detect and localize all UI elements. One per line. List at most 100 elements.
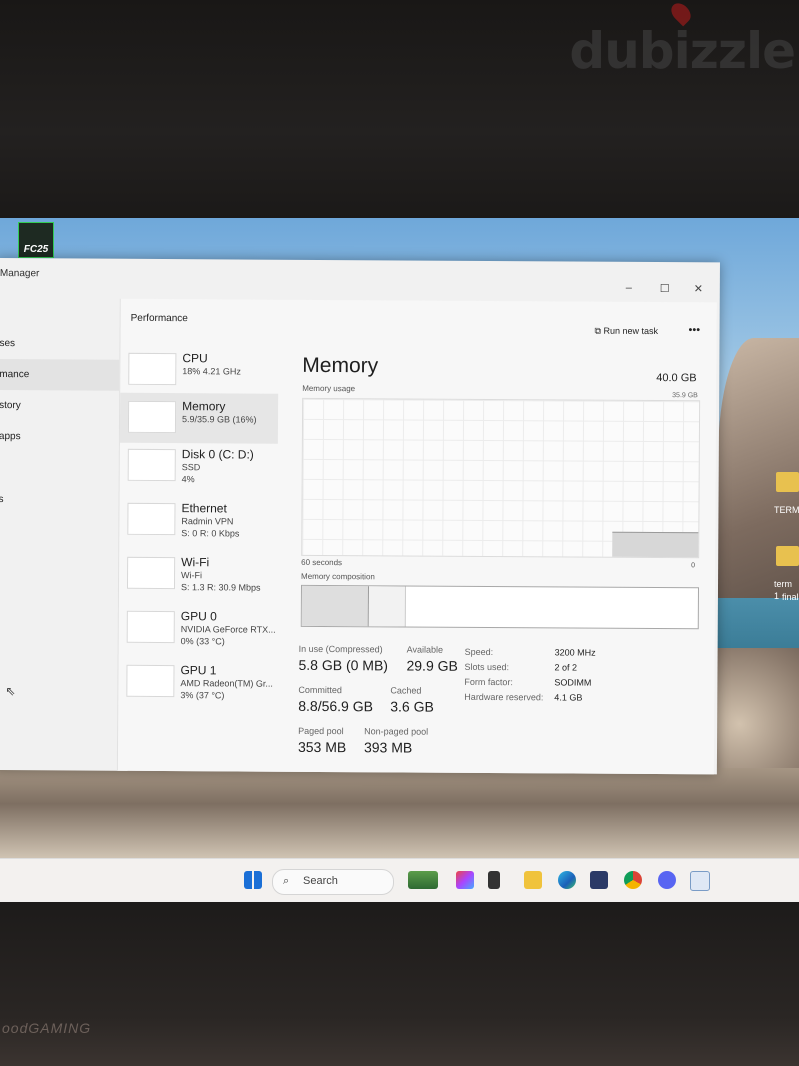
device-detail: 18% 4.21 GHz (182, 366, 241, 377)
start-icon[interactable] (244, 871, 262, 889)
memory-usage-label: Memory usage (302, 383, 356, 394)
widgets-icon[interactable] (408, 871, 438, 889)
device-disk[interactable]: Disk 0 (C: D:) SSD 4% (120, 441, 278, 492)
device-ethernet[interactable]: Ethernet Radmin VPN S: 0 R: 0 Kbps (119, 495, 277, 546)
stat-value: 8.8/56.9 GB (298, 697, 374, 715)
gpu0-sparkline (126, 610, 175, 644)
device-name: Ethernet (181, 501, 227, 516)
mouse-cursor-icon: ⇖ (5, 684, 16, 699)
fc25-icon-label: FC25 (23, 244, 49, 255)
stat-value: 5.8 GB (0 MB) (298, 656, 389, 674)
folder-label: TERM (774, 505, 799, 515)
discord-icon[interactable] (658, 871, 676, 889)
device-name: Disk 0 (C: D:) (181, 447, 254, 462)
folder-label: final (782, 592, 799, 602)
maximize-button[interactable]: ☐ (660, 282, 670, 295)
copilot-icon[interactable] (456, 871, 474, 889)
file-explorer-icon[interactable] (524, 871, 542, 889)
composition-label: Memory composition (301, 571, 375, 582)
device-detail: AMD Radeon(TM) Gr... (180, 678, 273, 689)
run-new-task-label: Run new task (603, 325, 659, 337)
page-title: Performance (130, 312, 188, 325)
spec-value: SODIMM (554, 677, 592, 688)
stat-label: Paged pool (298, 725, 344, 737)
device-name: Wi-Fi (181, 555, 210, 570)
device-detail: S: 1.3 R: 30.9 Mbps (180, 582, 261, 593)
taskbar: ⌕ Search (0, 858, 799, 903)
composition-in-use (301, 585, 370, 627)
composition-modified (368, 586, 407, 627)
graph-zero-label: 0 (691, 562, 696, 570)
device-gpu0[interactable]: GPU 0 NVIDIA GeForce RTX... 0% (33 °C) (119, 603, 277, 654)
store-icon[interactable] (590, 871, 608, 889)
spec-label: Form factor: (464, 676, 513, 688)
device-name: Memory (182, 399, 226, 414)
stat-label: Available (406, 644, 444, 655)
folder-icon[interactable] (776, 472, 799, 492)
stat-label: Committed (298, 684, 342, 696)
spec-label: Speed: (464, 646, 494, 658)
gpu1-sparkline (126, 664, 175, 698)
cpu-sparkline (128, 352, 177, 386)
folder-icon[interactable] (776, 546, 799, 566)
memory-usage-fill (612, 531, 699, 558)
stat-label: Cached (390, 685, 422, 696)
device-detail: SSD (181, 462, 201, 473)
device-detail: Radmin VPN (181, 516, 234, 527)
memory-composition-bar (300, 584, 700, 630)
device-detail: 5.9/35.9 GB (16%) (181, 414, 257, 425)
memory-usage-graph (301, 397, 701, 559)
device-name: GPU 0 (180, 609, 217, 624)
nav-item-app-history[interactable]: story (0, 390, 119, 422)
wifi-sparkline (126, 556, 176, 590)
nav-item-processes[interactable]: ses (0, 328, 120, 360)
memory-title: Memory (302, 353, 379, 378)
device-name: CPU (182, 351, 208, 366)
device-wifi[interactable]: Wi-Fi Wi-Fi S: 1.3 R: 30.9 Mbps (119, 549, 277, 600)
stat-label: In use (Compressed) (298, 643, 383, 655)
memory-total: 40.0 GB (656, 372, 697, 385)
performance-pane: Performance ⧉ Run new task ••• CPU 18% 4… (116, 298, 717, 775)
stat-value: 393 MB (363, 739, 413, 756)
run-new-task-button[interactable]: ⧉ Run new task (595, 326, 659, 337)
nav-item-users[interactable]: s (0, 484, 119, 516)
spec-label: Slots used: (464, 661, 510, 673)
laptop-brand-logo: oodGAMING (2, 1020, 92, 1036)
wallpaper-ground (0, 768, 799, 858)
stat-value: 29.9 GB (406, 657, 458, 674)
device-gpu1[interactable]: GPU 1 AMD Radeon(TM) Gr... 3% (37 °C) (118, 657, 276, 708)
memory-sparkline (127, 400, 177, 434)
stat-label: Non-paged pool (364, 726, 429, 737)
device-detail: 3% (37 °C) (180, 690, 225, 701)
spec-label: Hardware reserved: (464, 691, 544, 703)
task-view-icon[interactable] (488, 871, 500, 889)
spec-value: 2 of 2 (554, 662, 578, 673)
watermark: dubizzle (569, 22, 796, 80)
stat-value: 353 MB (297, 738, 347, 756)
more-options-button[interactable]: ••• (689, 324, 701, 336)
device-detail: 4% (181, 474, 195, 485)
fc25-desktop-icon[interactable]: FC25 (18, 222, 54, 258)
device-cpu[interactable]: CPU 18% 4.21 GHz (120, 345, 278, 396)
device-detail: 0% (33 °C) (180, 636, 225, 647)
spec-value: 3200 MHz (554, 647, 596, 658)
device-name: GPU 1 (180, 663, 217, 678)
graph-time-label: 60 seconds (301, 557, 343, 568)
chrome-icon[interactable] (624, 871, 642, 889)
taskbar-search[interactable]: ⌕ Search (272, 869, 394, 895)
device-detail: NVIDIA GeForce RTX... (180, 624, 276, 635)
edge-icon[interactable] (558, 871, 576, 889)
nav-item-startup-apps[interactable]: apps (0, 421, 119, 453)
window-title: Manager (0, 268, 40, 280)
monitor-bezel-bottom (0, 902, 799, 1066)
device-detail: Wi-Fi (181, 570, 203, 581)
device-memory[interactable]: Memory 5.9/35.9 GB (16%) (119, 392, 279, 444)
ethernet-sparkline (127, 502, 176, 536)
close-button[interactable]: ✕ (694, 282, 703, 295)
task-manager-window: Manager – ☐ ✕ ses mance story apps s ⇖ P… (0, 258, 720, 775)
photos-icon[interactable] (690, 871, 710, 891)
nav-item-performance[interactable]: mance (0, 359, 120, 391)
spec-value: 4.1 GB (554, 692, 583, 703)
minimize-button[interactable]: – (626, 282, 632, 294)
device-detail: S: 0 R: 0 Kbps (181, 528, 240, 539)
